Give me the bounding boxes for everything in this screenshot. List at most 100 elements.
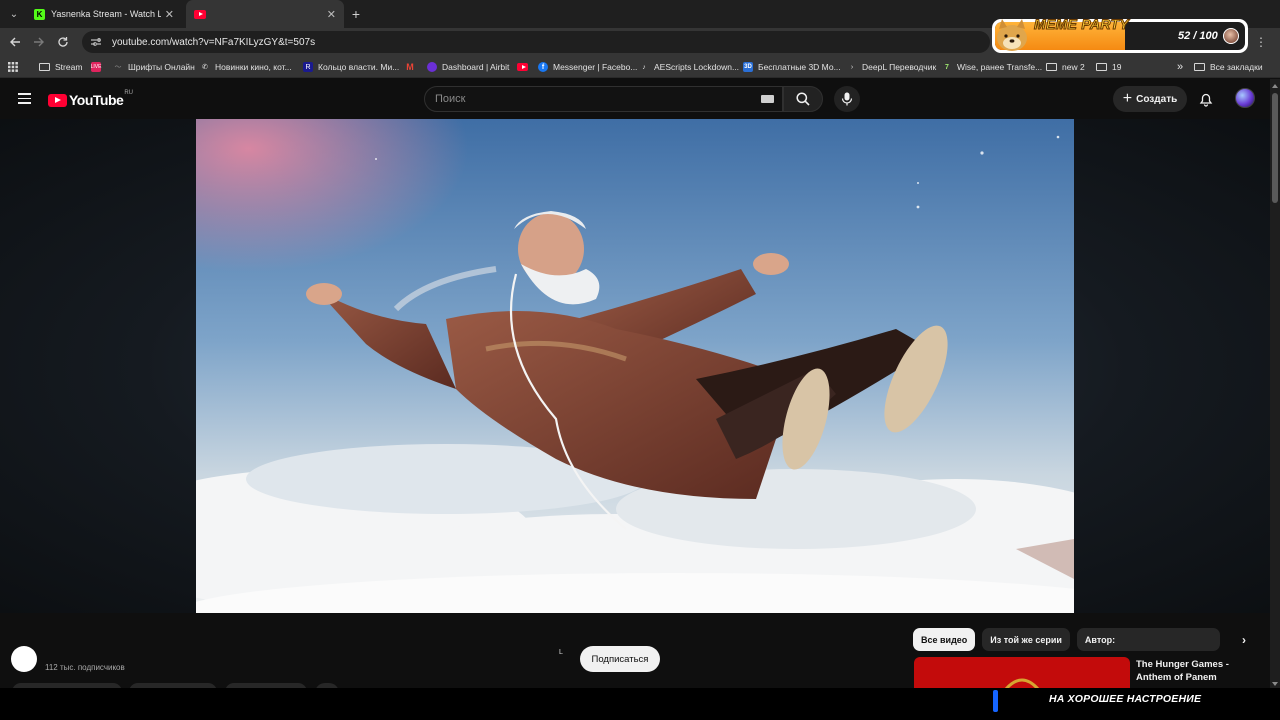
font-icon: 〜: [114, 64, 122, 71]
bookmark-label: Новинки кино, кот...: [215, 62, 292, 72]
recommendation-thumbnail[interactable]: [914, 657, 1130, 689]
gmail-icon: M: [406, 62, 414, 72]
folder-icon: [1096, 63, 1107, 71]
bookmark-3d-models[interactable]: 3D Бесплатные 3D Мо...: [743, 56, 841, 78]
notifications-bell-icon[interactable]: [1198, 91, 1214, 107]
subscribe-button[interactable]: Подписаться: [580, 646, 660, 672]
bookmark-label: Шрифты Онлайн: [128, 62, 195, 72]
all-bookmarks-label: Все закладки: [1210, 62, 1263, 72]
video-player[interactable]: [196, 119, 1074, 613]
page-scrollbar[interactable]: [1270, 79, 1280, 688]
bookmark-label: Бесплатные 3D Мо...: [758, 62, 841, 72]
meme-title: MEME PARTY: [1033, 16, 1130, 33]
youtube-logo[interactable]: YouTube RU: [48, 90, 133, 108]
kick-icon: K: [34, 8, 45, 20]
r-icon: R: [303, 62, 313, 72]
bookmark-messenger[interactable]: f Messenger | Facebo...: [538, 56, 637, 78]
create-button[interactable]: + Создать: [1113, 86, 1187, 112]
3d-icon: 3D: [743, 62, 753, 72]
bookmark-youtube[interactable]: [517, 56, 533, 78]
bookmark-label: new 2: [1062, 62, 1085, 72]
bookmark-aescripts[interactable]: ♪ AEScripts Lockdown...: [639, 56, 739, 78]
bookmark-fonts[interactable]: 〜 Шрифты Онлайн: [113, 56, 195, 78]
doge-icon: [997, 19, 1027, 51]
region-code: RU: [124, 90, 133, 96]
viewer-avatar: [1223, 28, 1239, 44]
channel-avatar[interactable]: [11, 646, 37, 672]
chevron-right-icon[interactable]: ›: [1238, 633, 1250, 647]
bookmark-deepl[interactable]: › DeepL Переводчик: [847, 56, 936, 78]
apps-button[interactable]: [8, 56, 18, 78]
address-bar[interactable]: youtube.com/watch?v=NFa7KILyzGY&t=507s: [82, 31, 990, 53]
menu-icon[interactable]: [18, 93, 31, 104]
stream-caption: НА ХОРОШЕЕ НАСТРОЕНИЕ: [1049, 693, 1202, 705]
search-placeholder: Поиск: [435, 93, 466, 105]
folder-icon: [1046, 63, 1057, 71]
recommendation-filter-chips: Все видео Из той же серии Автор:: [913, 628, 1220, 651]
tab-search-button[interactable]: ⌄: [4, 4, 24, 24]
mockingjay-emblem-icon: [1004, 678, 1040, 689]
chip-same-series[interactable]: Из той же серии: [982, 628, 1070, 651]
scrollbar-thumb[interactable]: [1272, 93, 1278, 203]
tab-kick[interactable]: K Yasnenka Stream - Watch Live o ✕: [26, 0, 182, 28]
caption-accent: [993, 690, 998, 712]
below-video-section: 112 тыс. подписчиков L Подписаться Все в…: [0, 613, 1270, 693]
airbit-icon: [427, 62, 437, 72]
tiktok-icon: ♪: [642, 63, 646, 71]
stream-caption-bar: НА ХОРОШЕЕ НАСТРОЕНИЕ: [0, 688, 1280, 720]
bookmarks-bar: Stream LIVE 〜 Шрифты Онлайн ✆ Новинки ки…: [0, 56, 1280, 78]
bookmark-rings-of-power[interactable]: R Кольцо власти. Ми...: [303, 56, 399, 78]
bookmark-wise[interactable]: 7 Wise, ранее Transfe...: [942, 56, 1042, 78]
subscriber-count: 112 тыс. подписчиков: [45, 663, 125, 672]
video-frame-image: [196, 119, 1074, 613]
stray-text: L: [559, 649, 563, 656]
wise-icon: 7: [945, 63, 949, 71]
scroll-up-arrow-icon[interactable]: [1272, 84, 1278, 88]
bookmark-label: DeepL Переводчик: [862, 62, 937, 72]
live-icon: LIVE: [90, 62, 102, 72]
bookmark-label: Кольцо власти. Ми...: [318, 62, 400, 72]
search-input[interactable]: Поиск: [424, 86, 783, 112]
close-icon[interactable]: ✕: [327, 8, 336, 21]
tab-youtube[interactable]: ✕: [186, 0, 344, 28]
recommendation-title[interactable]: The Hunger Games - Anthem of Panem: [1136, 658, 1266, 684]
logo-text: YouTube: [69, 92, 124, 108]
facebook-icon: f: [538, 62, 548, 72]
youtube-masthead: YouTube RU Поиск + Создать: [0, 79, 1270, 119]
bookmark-airbit[interactable]: Dashboard | Airbit: [427, 56, 509, 78]
new-tab-button[interactable]: +: [346, 4, 366, 24]
more-bookmarks-button[interactable]: »: [1177, 56, 1183, 78]
all-bookmarks[interactable]: Все закладки: [1194, 56, 1263, 78]
bookmark-movies[interactable]: ✆ Новинки кино, кот...: [200, 56, 292, 78]
url-text: youtube.com/watch?v=NFa7KILyzGY&t=507s: [112, 36, 316, 48]
youtube-icon: [517, 63, 528, 71]
reload-icon: [58, 37, 68, 47]
reload-button[interactable]: [54, 33, 72, 51]
bookmark-live[interactable]: LIVE: [91, 56, 106, 78]
folder-icon: [39, 63, 50, 71]
keyboard-icon[interactable]: [761, 95, 774, 103]
account-avatar[interactable]: [1235, 88, 1255, 108]
bookmark-label: Stream: [55, 62, 83, 72]
search-button[interactable]: [783, 86, 823, 112]
bookmark-label: AEScripts Lockdown...: [654, 62, 740, 72]
bookmark-folder-19[interactable]: 19: [1096, 56, 1121, 78]
deepl-icon: ›: [850, 63, 854, 71]
chip-author[interactable]: Автор:: [1076, 628, 1220, 651]
bookmark-label: 19: [1112, 62, 1122, 72]
close-icon[interactable]: ✕: [165, 8, 174, 21]
browser-menu-button[interactable]: ⋮: [1252, 33, 1270, 51]
tab-title: Yasnenka Stream - Watch Live o: [51, 9, 161, 19]
bookmark-label: Messenger | Facebo...: [553, 62, 638, 72]
scroll-down-arrow-icon[interactable]: [1272, 682, 1278, 686]
bookmark-folder-new2[interactable]: new 2: [1046, 56, 1085, 78]
back-button[interactable]: [6, 33, 24, 51]
bookmark-stream[interactable]: Stream: [39, 56, 82, 78]
chip-all-videos[interactable]: Все видео: [913, 628, 976, 651]
voice-search-button[interactable]: [834, 86, 860, 112]
site-info-icon[interactable]: [90, 37, 102, 47]
youtube-icon: [48, 93, 67, 107]
bookmark-gmail[interactable]: M: [405, 56, 420, 78]
forward-button[interactable]: [30, 33, 48, 51]
plus-icon: +: [1122, 90, 1133, 107]
